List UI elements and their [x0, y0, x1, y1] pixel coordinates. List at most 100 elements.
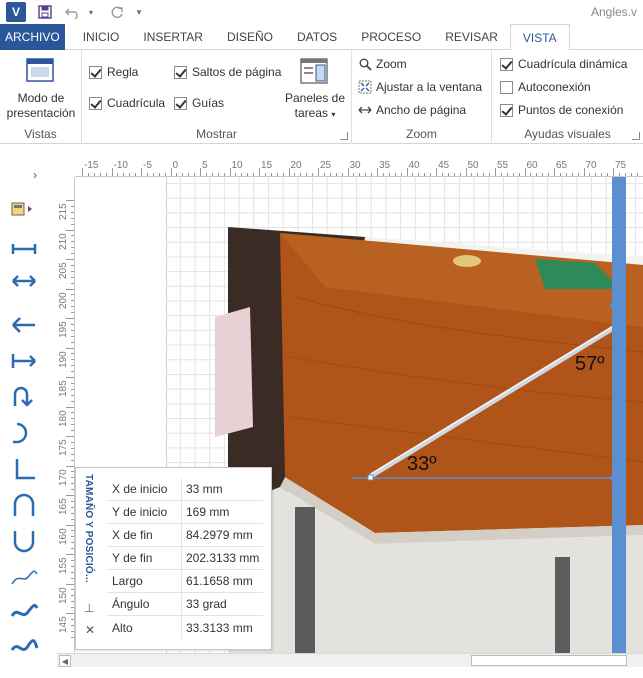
group-vistas: Modo de presentación Vistas	[0, 50, 82, 144]
ruler-minor-tick	[105, 173, 107, 176]
ruler-label: 35	[379, 160, 391, 171]
angle-label-57[interactable]: 57º	[575, 353, 605, 376]
checkbox-regla-label: Regla	[107, 65, 139, 79]
ruler-minor-tick	[247, 173, 249, 176]
group-zoom: Zoom Ajustar a la ventana Ancho de págin…	[352, 50, 492, 144]
ruler-label: 25	[320, 160, 332, 171]
vertical-connector-bar[interactable]	[612, 177, 626, 653]
curved-arrow-down-shape-icon[interactable]	[9, 384, 39, 410]
undo-dropdown-icon[interactable]: ▾	[86, 2, 96, 22]
ruler-tick	[318, 168, 319, 176]
ruler-minor-tick	[235, 173, 237, 176]
tab-revisar[interactable]: REVISAR	[433, 24, 510, 50]
checkbox-regla-box[interactable]	[89, 65, 102, 79]
presentation-mode-icon	[26, 58, 54, 82]
sp-value[interactable]: 33.3133 mm	[182, 621, 253, 635]
curved-arrow-up-shape-icon[interactable]	[9, 420, 39, 446]
ruler-label: 195	[58, 321, 69, 338]
ruler-minor-tick	[71, 264, 74, 266]
checkbox-regla[interactable]: Regla	[89, 65, 138, 79]
sp-value[interactable]: 169 mm	[182, 505, 229, 519]
page-width-button[interactable]: Ancho de página	[358, 103, 466, 117]
ruler-minor-tick	[71, 335, 74, 337]
sp-value[interactable]: 33 grad	[182, 597, 227, 611]
ruler-minor-tick	[441, 173, 443, 176]
bidirectional-arrow-shape-icon[interactable]	[9, 268, 39, 294]
freeform-curve-shape-icon[interactable]	[9, 564, 39, 590]
l-connector-shape-icon[interactable]	[9, 456, 39, 482]
ruler-tick	[66, 406, 74, 408]
task-panes-label-2: tareas	[294, 106, 328, 120]
scrollbar-thumb[interactable]	[471, 655, 627, 666]
ruler-minor-tick	[270, 173, 272, 176]
tab-insertar[interactable]: INSERTAR	[131, 24, 215, 50]
scroll-left-arrow-icon[interactable]: ◀	[59, 655, 71, 667]
checkbox-cuadricula-dinamica[interactable]: Cuadrícula dinámica	[500, 57, 627, 71]
ruler-minor-tick	[71, 394, 74, 396]
ruler-minor-tick	[146, 173, 148, 176]
sp-value[interactable]: 33 mm	[182, 482, 223, 496]
tab-diseno[interactable]: DISEÑO	[215, 24, 285, 50]
line-start-handle[interactable]	[367, 474, 374, 481]
checkbox-saltos-pagina[interactable]: Saltos de página	[174, 65, 281, 79]
checkbox-puntos-conexion[interactable]: Puntos de conexión	[500, 103, 623, 117]
squiggle-shape-icon[interactable]	[9, 634, 39, 660]
fit-to-window-button[interactable]: Ajustar a la ventana	[358, 80, 482, 94]
checkbox-autoconexion[interactable]: Autoconexión	[500, 80, 591, 94]
checkbox-puntos-box[interactable]	[500, 103, 513, 117]
tab-proceso[interactable]: PROCESO	[349, 24, 433, 50]
checkbox-cuadricula[interactable]: Cuadrícula	[89, 96, 165, 110]
ruler-minor-tick	[365, 173, 367, 176]
zoom-button[interactable]: Zoom	[358, 57, 407, 71]
mostrar-dialog-launcher-icon[interactable]	[340, 132, 348, 140]
sp-value[interactable]: 61.1658 mm	[182, 574, 253, 588]
ruler-label: 180	[58, 409, 69, 427]
ayudas-dialog-launcher-icon[interactable]	[632, 132, 640, 140]
ruler-minor-tick	[152, 173, 154, 176]
ruler-label: 60	[526, 160, 538, 171]
tab-datos[interactable]: DATOS	[285, 24, 349, 50]
bracket-arrow-shape-icon[interactable]	[9, 348, 39, 374]
ruler-tick	[495, 168, 496, 176]
save-icon[interactable]	[34, 2, 56, 22]
u-shape-icon[interactable]	[9, 528, 39, 554]
checkbox-autoconexion-box[interactable]	[500, 80, 513, 94]
customize-qat-icon[interactable]: ▾	[134, 2, 144, 22]
ruler-minor-tick	[430, 173, 432, 176]
vertical-ruler[interactable]: 215 210 205 200 195 190 185 180 175 170 165 160 155 1…	[57, 177, 75, 657]
checkbox-cuadricula-box[interactable]	[89, 96, 102, 110]
ruler-minor-tick	[388, 173, 390, 176]
pin-icon[interactable]: ⊥	[84, 601, 94, 615]
task-panes-button[interactable]: Paneles de tareas ▾	[282, 91, 348, 122]
tab-archivo[interactable]: ARCHIVO	[0, 24, 65, 50]
redo-icon[interactable]	[106, 2, 128, 22]
checkbox-guias-box[interactable]	[174, 96, 187, 110]
sp-row-angulo: Ángulo 33 grad	[107, 593, 263, 616]
sp-value[interactable]: 202.3133 mm	[182, 551, 259, 565]
angle-label-33[interactable]: 33º	[407, 453, 437, 476]
horizontal-scrollbar[interactable]: ◀	[57, 653, 643, 667]
left-arrow-shape-icon[interactable]	[9, 312, 39, 338]
wave-shape-icon[interactable]	[9, 598, 39, 624]
arch-shape-icon[interactable]	[9, 492, 39, 518]
tab-vista[interactable]: VISTA	[509, 24, 570, 51]
sp-value[interactable]: 84.2979 mm	[182, 528, 253, 542]
checkbox-guias[interactable]: Guías	[174, 96, 224, 110]
ruler-minor-tick	[135, 173, 137, 176]
fit-to-window-label: Ajustar a la ventana	[376, 80, 483, 94]
presentation-mode-button[interactable]: Modo de presentación	[0, 91, 82, 121]
undo-icon[interactable]	[62, 2, 84, 22]
expand-shapes-icon[interactable]: ›	[33, 168, 37, 182]
ruler-minor-tick	[400, 173, 402, 176]
double-arrow-shape-icon[interactable]	[9, 236, 39, 262]
ruler-minor-tick	[542, 173, 544, 176]
horizontal-ruler[interactable]: -15 -10 -5 0 5 10 15 20 25 30 35 40 45 50 55 60 65 70 75	[75, 158, 643, 177]
visio-app-icon[interactable]: V	[6, 2, 26, 22]
stencil-menu-icon[interactable]	[10, 200, 36, 218]
checkbox-saltos-box[interactable]	[174, 65, 187, 79]
close-icon[interactable]: ✕	[85, 623, 95, 637]
ruler-minor-tick	[71, 589, 74, 591]
tab-inicio[interactable]: INICIO	[71, 24, 132, 50]
checkbox-dinamica-box[interactable]	[500, 57, 513, 71]
ruler-minor-tick	[506, 173, 508, 176]
